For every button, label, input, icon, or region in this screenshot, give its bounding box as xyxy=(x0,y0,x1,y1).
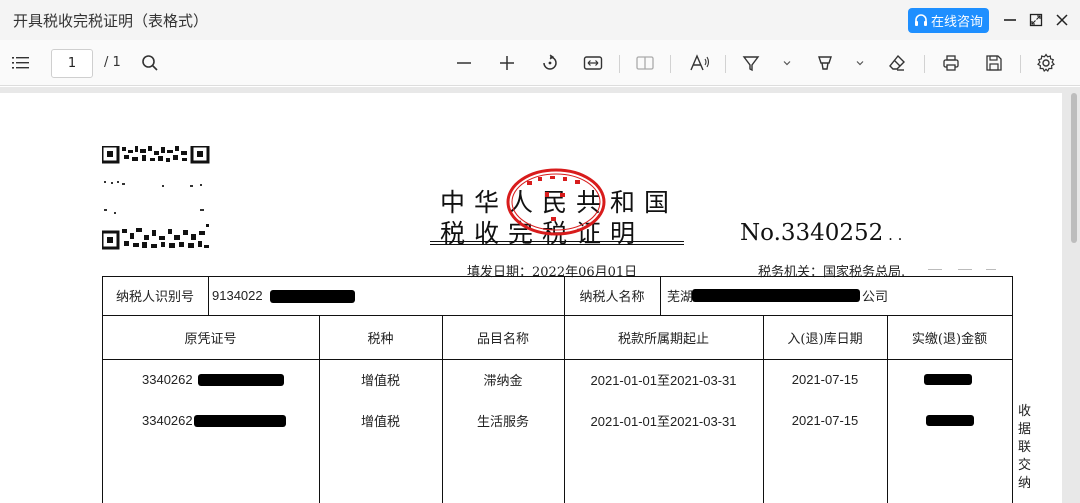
headset-icon xyxy=(915,13,927,26)
table-line xyxy=(660,276,661,315)
taxpayer-name-suffix: 公司 xyxy=(862,290,889,305)
row2-item: 生活服务 xyxy=(476,415,529,430)
header-amount: 实缴(退)金额 xyxy=(911,331,988,347)
close-icon[interactable] xyxy=(1051,9,1073,31)
document-viewport[interactable]: 中华人民共和国 税收完税证明 No.3340252 . . 填发日期：2022年… xyxy=(0,87,1080,503)
save-icon[interactable] xyxy=(983,50,1005,76)
qr-code-top xyxy=(102,146,210,164)
highlight-icon[interactable] xyxy=(814,50,836,76)
qr-code-bottom xyxy=(102,224,209,250)
taxpayer-id-value: 9134022 xyxy=(212,288,263,303)
read-aloud-icon[interactable] xyxy=(688,50,712,76)
header-voucher-no: 原凭证号 xyxy=(184,331,237,347)
header-tax-period: 税款所属期起止 xyxy=(617,331,709,347)
taxpayer-id-label: 纳税人识别号 xyxy=(115,290,194,305)
row2-tax-type: 增值税 xyxy=(360,415,400,430)
draw-filter-icon[interactable] xyxy=(740,50,762,76)
fit-width-icon[interactable] xyxy=(582,50,604,76)
pdf-toolbar: 1 / 1 xyxy=(0,40,1080,86)
row1-item: 滞纳金 xyxy=(483,374,523,389)
title-bar: 开具税收完税证明（表格式） 在线咨询 xyxy=(0,0,1080,40)
highlight-options-chevron-down-icon[interactable] xyxy=(852,50,868,76)
certificate-page: 中华人民共和国 税收完税证明 No.3340252 . . 填发日期：2022年… xyxy=(0,93,1062,503)
page-total: / 1 xyxy=(104,55,121,70)
redaction-bar xyxy=(926,415,974,426)
draw-options-chevron-down-icon[interactable] xyxy=(779,50,795,76)
online-consult-label: 在线咨询 xyxy=(931,15,984,30)
certificate-number-obscured-dots: . . xyxy=(883,226,903,244)
search-icon[interactable] xyxy=(139,50,161,76)
zoom-out-icon[interactable] xyxy=(453,50,475,76)
outline-list-icon[interactable] xyxy=(10,50,32,76)
toolbar-separator xyxy=(619,55,620,73)
row1-period: 2021-01-01至2021-03-31 xyxy=(590,373,737,388)
toolbar-separator xyxy=(924,55,925,73)
page-number-input[interactable]: 1 xyxy=(51,49,93,78)
faint-line xyxy=(928,269,942,270)
qr-code-dots xyxy=(104,181,204,214)
redaction-bar xyxy=(198,374,284,386)
eraser-icon[interactable] xyxy=(886,50,908,76)
restore-icon[interactable] xyxy=(1025,9,1047,31)
certificate-number-text: No.3340252 xyxy=(740,220,884,246)
online-consult-button[interactable]: 在线咨询 xyxy=(908,8,989,33)
side-note-receipt-copy: 收据联 交纳 xyxy=(1018,404,1032,491)
row2-date: 2021-07-15 xyxy=(791,413,859,428)
settings-gear-icon[interactable] xyxy=(1035,50,1057,76)
header-tax-type: 税种 xyxy=(367,331,394,347)
title-double-underline xyxy=(430,241,684,245)
row2-period: 2021-01-01至2021-03-31 xyxy=(590,414,737,429)
taxpayer-name-label: 纳税人名称 xyxy=(579,290,645,305)
toolbar-separator xyxy=(670,55,671,73)
window-title: 开具税收完税证明（表格式） xyxy=(13,12,209,30)
header-storage-date: 入(退)库日期 xyxy=(787,331,863,347)
row1-tax-type: 增值税 xyxy=(360,374,400,389)
redaction-bar xyxy=(924,374,972,385)
redaction-bar xyxy=(194,415,286,427)
minimize-icon[interactable] xyxy=(999,9,1021,31)
row1-date: 2021-07-15 xyxy=(791,372,859,387)
redaction-bar xyxy=(692,289,860,302)
vertical-scrollbar[interactable] xyxy=(1071,93,1077,243)
certificate-number: No.3340252 . . xyxy=(740,220,902,246)
toolbar-separator xyxy=(1020,55,1021,73)
print-icon[interactable] xyxy=(940,50,962,76)
faint-line xyxy=(958,269,972,270)
faint-line xyxy=(986,269,996,270)
official-red-seal xyxy=(506,168,606,236)
table-line xyxy=(1012,276,1013,503)
redaction-bar xyxy=(270,290,355,303)
table-line xyxy=(208,276,209,315)
rotate-icon[interactable] xyxy=(539,50,561,76)
header-item-name: 品目名称 xyxy=(476,331,529,347)
toolbar-separator xyxy=(725,55,726,73)
zoom-in-icon[interactable] xyxy=(496,50,518,76)
two-page-view-icon[interactable] xyxy=(634,50,656,76)
